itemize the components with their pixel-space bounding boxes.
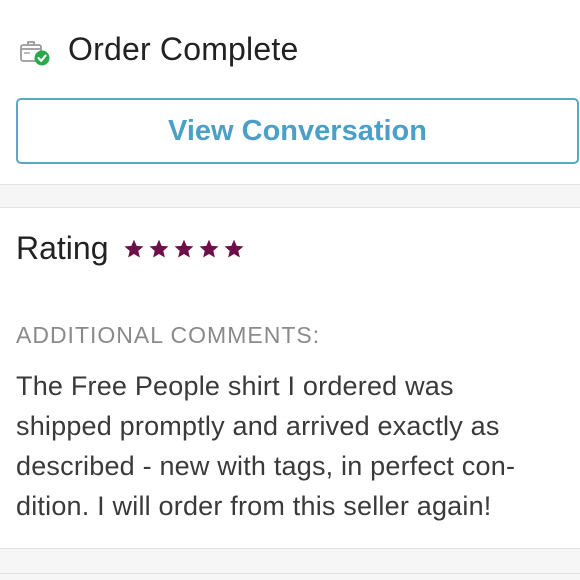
- comment-line: described - new with tags, in perfect co…: [16, 451, 516, 481]
- comment-line: shipped promptly and arrived exactly as: [16, 411, 500, 441]
- package-check-icon: [20, 41, 50, 66]
- view-conversation-button[interactable]: View Conversation: [16, 98, 579, 164]
- rating-section: Rating: [16, 228, 245, 268]
- star-icon: [149, 239, 168, 258]
- order-status-header: Order Complete: [0, 0, 580, 100]
- rating-label: Rating: [16, 229, 109, 266]
- comment-line: dition. I will order from this seller ag…: [16, 491, 492, 521]
- page-title: Order Complete: [68, 31, 299, 67]
- star-icon: [174, 239, 193, 258]
- section-divider-bottom: [0, 548, 580, 580]
- star-icon: [124, 239, 143, 258]
- star-rating: [123, 238, 245, 260]
- star-icon: [199, 239, 218, 258]
- comments-label: ADDITIONAL COMMENTS:: [16, 322, 321, 348]
- comments-text: The Free People shirt I ordered was ship…: [16, 366, 576, 526]
- section-divider: [0, 184, 580, 208]
- comment-line: The Free People shirt I ordered was: [16, 371, 454, 401]
- star-icon: [224, 239, 243, 258]
